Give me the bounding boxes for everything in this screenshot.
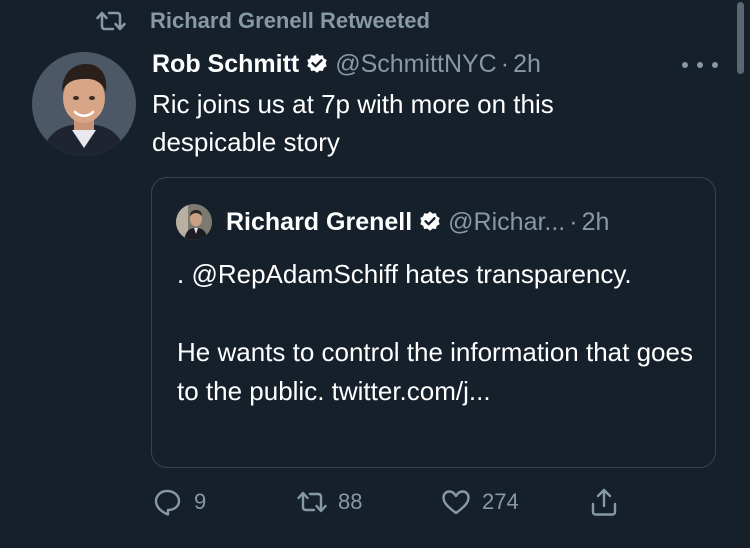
tweet-header: Rob Schmitt @SchmittNYC · 2h [152, 46, 541, 82]
verified-badge-icon [420, 211, 440, 231]
quote-tweet-card[interactable]: Richard Grenell @Richar... · 2h . @RepAd… [151, 177, 716, 468]
author-handle[interactable]: @SchmittNYC [335, 50, 497, 79]
reply-icon [154, 489, 181, 516]
quote-author-handle[interactable]: @Richar... [448, 208, 565, 237]
like-count: 274 [482, 489, 519, 514]
separator-dot: · [569, 207, 578, 236]
author-name[interactable]: Rob Schmitt [152, 50, 299, 79]
tweet-text: Ric joins us at 7p with more on this des… [152, 89, 554, 157]
quote-tweet-header: Richard Grenell @Richar... · 2h [176, 204, 609, 240]
reply-count: 9 [194, 489, 207, 514]
retweet-button[interactable]: 88 [296, 486, 362, 518]
share-button[interactable] [588, 486, 630, 518]
quote-avatar [176, 204, 212, 240]
separator-dot: · [500, 49, 510, 78]
tweet-timestamp[interactable]: 2h [513, 50, 541, 79]
reply-button[interactable]: 9 [152, 486, 206, 518]
avatar[interactable] [32, 52, 136, 156]
retweet-count: 88 [338, 489, 363, 514]
retweet-icon [96, 11, 126, 31]
retweet-banner: Richard Grenell Retweeted [96, 6, 430, 36]
quote-timestamp[interactable]: 2h [582, 208, 610, 237]
retweet-icon [297, 491, 327, 513]
quote-author-name[interactable]: Richard Grenell [226, 208, 412, 237]
more-options-icon[interactable] [682, 60, 718, 70]
scrollbar[interactable] [737, 2, 744, 74]
quote-tweet-text: . @RepAdamSchiff hates transparency. He … [177, 259, 693, 406]
verified-badge-icon [307, 53, 327, 73]
share-icon [591, 488, 617, 516]
tweet-action-bar: 9 88 274 [0, 478, 750, 528]
retweet-banner-text[interactable]: Richard Grenell Retweeted [150, 8, 430, 34]
heart-icon [442, 490, 470, 515]
like-button[interactable]: 274 [440, 486, 519, 518]
